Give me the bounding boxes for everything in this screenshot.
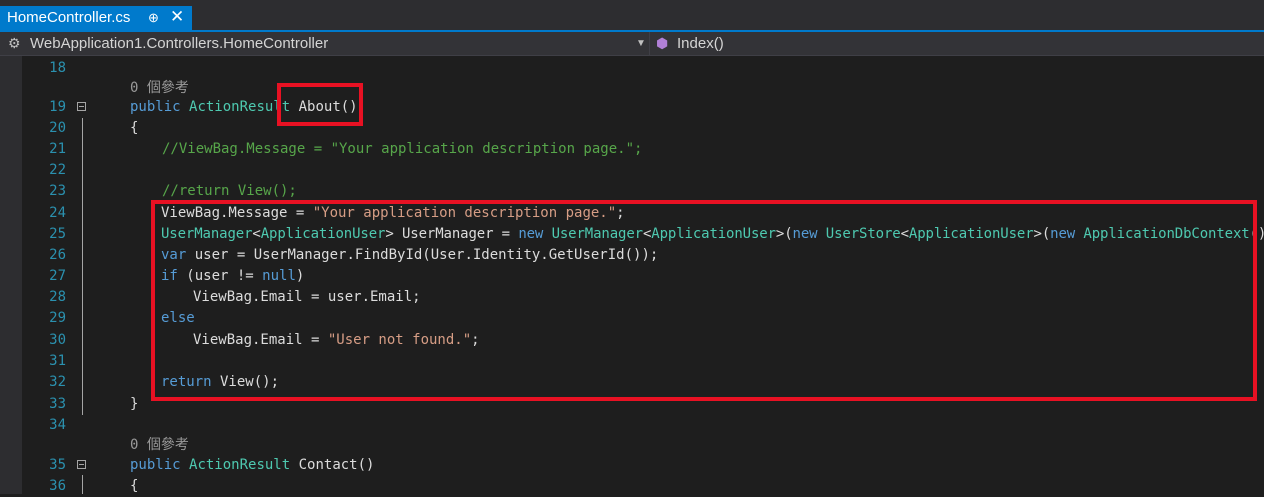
reference-count-contact[interactable]: 0 個參考 [130,435,189,456]
close-icon[interactable]: ✕ [170,5,184,29]
line-number: 33 [49,396,66,412]
highlight-box-code-block [151,200,1257,401]
line-number: 25 [49,226,66,242]
line-number: 18 [49,60,66,76]
codelens-line: 0 個參考 [0,435,1264,456]
member-dropdown-value: Index() [677,35,724,52]
tab-title: HomeController.cs [7,9,131,26]
code-text: { [130,120,139,136]
document-tab-strip: HomeController.cs ⊕ ✕ [0,0,1264,32]
navigation-bar: ⚙ WebApplication1.Controllers.HomeContro… [0,32,1264,56]
code-line: 20 { [0,118,1264,139]
line-number: 31 [49,353,66,369]
pin-icon[interactable]: ⊕ [148,6,159,30]
line-number: 22 [49,162,66,178]
codelens-line: 0 個參考 [0,78,1264,99]
method-icon: ⬢ [656,35,669,51]
code-line: 23 //return View(); [0,181,1264,202]
code-editor[interactable]: 18 0 個參考 19 public ActionResult About() … [0,56,1264,494]
line-number: 28 [49,289,66,305]
class-icon: ⚙ [8,35,21,51]
line-number: 29 [49,310,66,326]
tab-homecontroller[interactable]: HomeController.cs ⊕ ✕ [0,6,192,30]
type-dropdown-value: WebApplication1.Controllers.HomeControll… [30,35,329,52]
line-number: 27 [49,268,66,284]
type-dropdown[interactable]: ⚙ WebApplication1.Controllers.HomeContro… [0,32,650,55]
line-number: 23 [49,183,66,199]
code-line: 35 public ActionResult Contact() [0,455,1264,476]
code-line: 18 [0,58,1264,79]
line-number: 21 [49,141,66,157]
code-text: public ActionResult Contact() [130,457,375,473]
reference-count-about[interactable]: 0 個參考 [130,78,189,99]
code-line: 22 [0,160,1264,181]
code-comment: //ViewBag.Message = "Your application de… [162,141,643,157]
line-number: 34 [49,417,66,433]
line-number: 30 [49,332,66,348]
line-number: 35 [49,457,66,473]
line-number: 20 [49,120,66,136]
code-line: 34 [0,415,1264,436]
collapse-icon[interactable] [77,102,86,111]
code-line: 19 public ActionResult About() [0,97,1264,118]
code-text: } [130,396,139,412]
chevron-down-icon[interactable]: ▼ [636,32,646,55]
line-number: 26 [49,247,66,263]
line-number: 32 [49,374,66,390]
line-number: 19 [49,99,66,115]
collapse-icon[interactable] [77,460,86,469]
code-line: 21 //ViewBag.Message = "Your application… [0,139,1264,160]
highlight-box-about [277,83,363,126]
code-comment: //return View(); [162,183,297,199]
line-number: 24 [49,205,66,221]
